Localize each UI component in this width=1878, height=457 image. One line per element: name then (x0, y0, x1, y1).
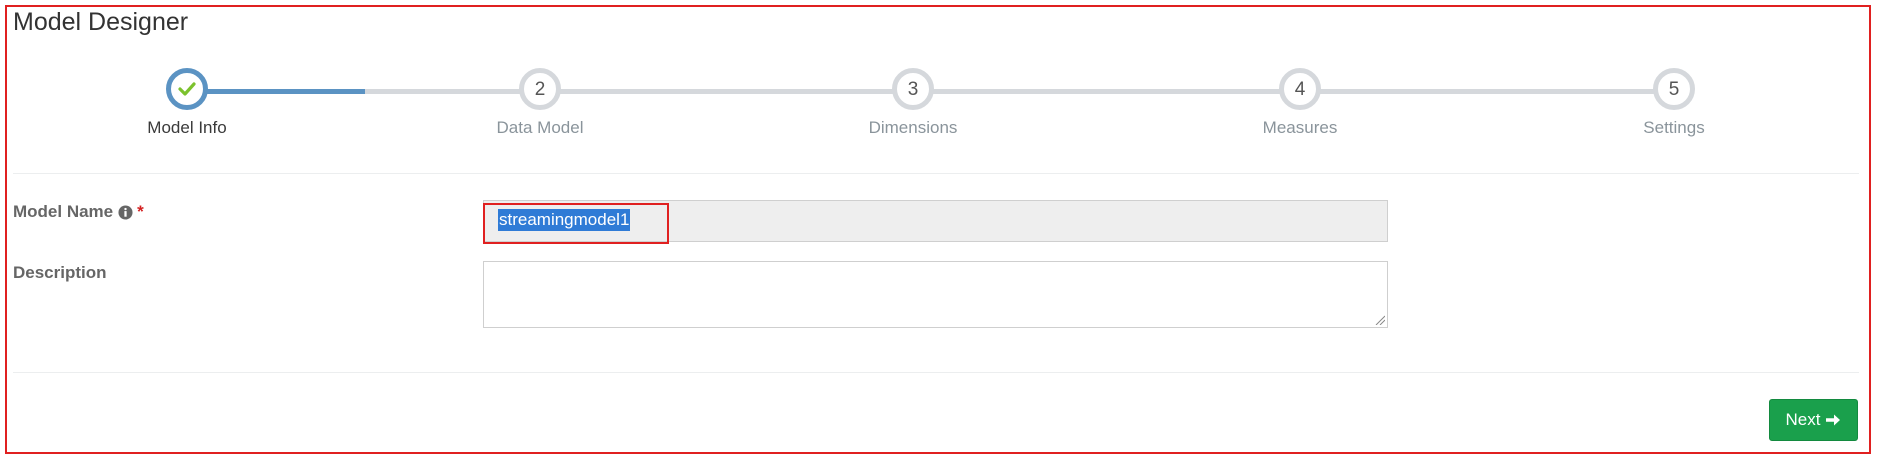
step-label: Data Model (496, 118, 584, 137)
step-label: Model Info (147, 118, 227, 137)
footer-divider (13, 372, 1859, 373)
section-divider (13, 173, 1859, 174)
step-label: Settings (1643, 118, 1705, 137)
model-name-value[interactable]: streamingmodel1 (498, 209, 631, 231)
wizard-step-data-model[interactable]: 2 Data Model (440, 68, 640, 138)
step-number: 5 (1653, 68, 1695, 110)
next-button[interactable]: Next (1769, 399, 1858, 441)
model-name-label-text: Model Name (13, 202, 114, 221)
step-circle (166, 68, 208, 110)
model-name-label: Model Name * (13, 202, 144, 222)
wizard-step-dimensions[interactable]: 3 Dimensions (813, 68, 1013, 138)
wizard-step-measures[interactable]: 4 Measures (1200, 68, 1400, 138)
step-number: 3 (892, 68, 934, 110)
info-circle-icon[interactable] (118, 204, 133, 220)
step-label: Dimensions (868, 118, 958, 137)
step-number: 4 (1279, 68, 1321, 110)
step-number: 2 (519, 68, 561, 110)
description-label: Description (13, 263, 107, 282)
wizard-step-model-info[interactable]: Model Info (87, 68, 287, 138)
required-asterisk: * (137, 202, 144, 221)
next-button-label: Next (1785, 410, 1821, 429)
description-textarea[interactable] (483, 261, 1388, 328)
step-label: Measures (1262, 118, 1338, 137)
arrow-right-icon (1826, 414, 1841, 426)
wizard-step-settings[interactable]: 5 Settings (1574, 68, 1774, 138)
check-icon (178, 82, 196, 96)
resize-grip-icon[interactable] (1375, 315, 1385, 325)
wizard-stepper: Model Info 2 Data Model 3 Dimensions 4 M… (0, 0, 1878, 170)
